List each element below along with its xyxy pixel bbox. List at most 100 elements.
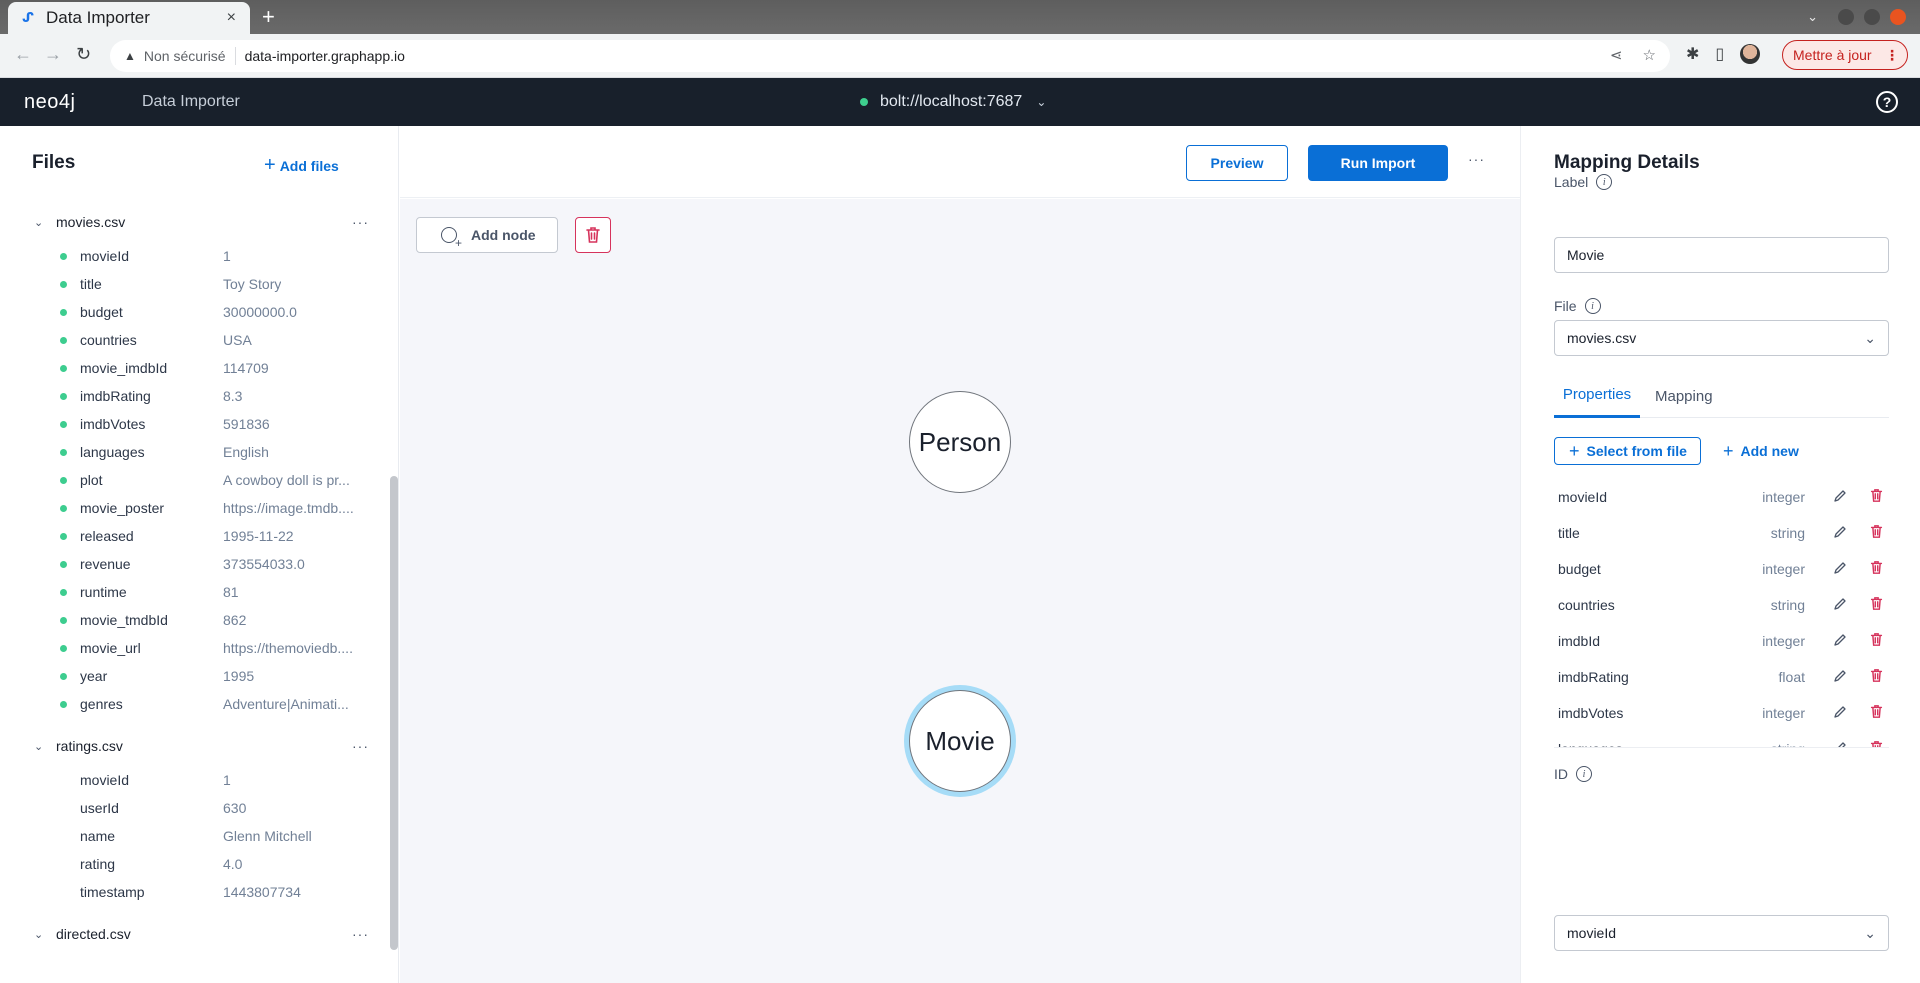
delete-trash-icon[interactable] [1870, 632, 1883, 650]
property-type: string [1770, 597, 1805, 613]
node-person[interactable]: Person [909, 391, 1011, 493]
property-type: integer [1762, 561, 1805, 577]
delete-trash-icon[interactable] [1870, 704, 1883, 722]
delete-trash-icon[interactable] [1870, 596, 1883, 614]
share-icon[interactable]: ⋖ [1610, 46, 1623, 64]
files-scrollbar[interactable] [390, 476, 398, 950]
new-tab-button[interactable]: + [262, 4, 275, 30]
file-select[interactable]: movies.csv ⌄ [1554, 320, 1889, 356]
property-type: integer [1762, 705, 1805, 721]
info-icon[interactable]: i [1584, 298, 1601, 314]
close-tab-icon[interactable]: × [227, 9, 236, 27]
id-select-value: movieId [1567, 925, 1617, 941]
id-field-label: ID i [1554, 766, 1592, 782]
update-label: Mettre à jour [1793, 47, 1872, 63]
reload-icon[interactable]: ↻ [76, 44, 91, 65]
tab-properties[interactable]: Properties [1554, 374, 1640, 418]
edit-pencil-icon[interactable] [1833, 597, 1847, 614]
profile-avatar[interactable] [1740, 44, 1761, 64]
forward-arrow-icon[interactable]: → [44, 44, 62, 65]
edit-pencil-icon[interactable] [1833, 633, 1847, 650]
column-sample-value: 630 [223, 800, 247, 816]
add-new-property-button[interactable]: + Add new [1723, 437, 1799, 465]
property-row: imdbRating float [1554, 659, 1889, 695]
minimize-button[interactable] [1838, 9, 1854, 25]
files-title: Files [32, 152, 76, 173]
property-list: movieId integer title string budget integer co… [1554, 479, 1889, 748]
file-more-icon[interactable]: ··· [352, 738, 369, 754]
delete-trash-icon[interactable] [1870, 668, 1883, 686]
column-sample-value: 591836 [223, 416, 270, 432]
edit-pencil-icon[interactable] [1833, 669, 1847, 686]
run-import-button[interactable]: Run Import [1308, 145, 1448, 181]
info-icon[interactable]: i [1596, 174, 1613, 190]
file-group: ⌄ movies.csv ··· movieId 1 title Toy Story budg… [0, 208, 390, 718]
node-movie[interactable]: Movie [909, 690, 1011, 792]
file-name: movies.csv [56, 214, 126, 230]
chevron-down-icon[interactable]: ⌄ [34, 928, 43, 941]
browser-menu-icon[interactable]: ⋮ [1885, 47, 1899, 64]
preview-button[interactable]: Preview [1186, 145, 1288, 181]
column-sample-value: English [223, 444, 269, 460]
more-options-icon[interactable]: ··· [1468, 151, 1485, 167]
tab-search-chevron-icon[interactable]: ⌄ [1807, 9, 1818, 25]
add-node-label: Add node [471, 227, 536, 243]
id-select[interactable]: movieId ⌄ [1554, 915, 1889, 951]
tab-mapping[interactable]: Mapping [1655, 374, 1713, 418]
edit-pencil-icon[interactable] [1833, 705, 1847, 722]
mapped-status-dot [60, 448, 67, 456]
property-row: movieId integer [1554, 479, 1889, 515]
info-icon[interactable]: i [1576, 766, 1592, 782]
property-type: integer [1762, 633, 1805, 649]
delete-trash-icon[interactable] [1870, 740, 1883, 747]
column-sample-value: 30000000.0 [223, 304, 297, 320]
update-browser-button[interactable]: Mettre à jour ⋮ [1782, 40, 1908, 70]
delete-trash-icon[interactable] [1870, 560, 1883, 578]
file-header[interactable]: ⌄ ratings.csv ··· [0, 732, 390, 760]
label-input[interactable]: Movie [1554, 237, 1889, 273]
connection-selector[interactable]: bolt://localhost:7687 ⌄ [860, 93, 1046, 111]
file-more-icon[interactable]: ··· [352, 926, 369, 942]
chevron-down-icon[interactable]: ⌄ [34, 216, 43, 229]
chevron-down-icon[interactable]: ⌄ [34, 740, 43, 753]
mapped-status-dot [60, 308, 67, 316]
add-node-button[interactable]: Add node [416, 217, 558, 253]
column-name: movie_imdbId [80, 360, 168, 376]
browser-tab[interactable]: ᔑ Data Importer × [8, 2, 250, 34]
file-header[interactable]: ⌄ movies.csv ··· [0, 208, 390, 236]
edit-pencil-icon[interactable] [1833, 525, 1847, 542]
delete-trash-icon[interactable] [1870, 488, 1883, 506]
column-name: movie_tmdbId [80, 612, 168, 628]
graph-canvas[interactable]: Add node Person Movie [400, 199, 1520, 983]
mapping-details-panel: Mapping Details Label i Movie File i mov… [1520, 126, 1920, 983]
file-more-icon[interactable]: ··· [352, 214, 369, 230]
close-window-button[interactable] [1890, 9, 1906, 25]
back-arrow-icon[interactable]: ← [14, 44, 32, 65]
bookmark-star-icon[interactable]: ☆ [1643, 46, 1656, 64]
file-column-row: released 1995-11-22 [0, 522, 390, 550]
file-column-row: imdbRating 8.3 [0, 382, 390, 410]
file-column-row: movie_tmdbId 862 [0, 606, 390, 634]
not-secure-label: Non sécurisé [143, 48, 226, 64]
edit-pencil-icon[interactable] [1833, 489, 1847, 506]
file-column-row: languages English [0, 438, 390, 466]
maximize-button[interactable] [1864, 9, 1880, 25]
side-panel-icon[interactable]: ▯ [1715, 44, 1724, 64]
extensions-puzzle-icon[interactable]: ✱ [1686, 44, 1699, 64]
edit-pencil-icon[interactable] [1833, 741, 1847, 747]
property-row: title string [1554, 515, 1889, 551]
help-icon[interactable]: ? [1876, 91, 1898, 113]
column-sample-value: USA [223, 332, 252, 348]
add-files-button[interactable]: + Add files [264, 154, 339, 177]
edit-pencil-icon[interactable] [1833, 561, 1847, 578]
delete-button[interactable] [575, 217, 611, 253]
select-from-file-button[interactable]: + Select from file [1554, 437, 1701, 465]
delete-trash-icon[interactable] [1870, 524, 1883, 542]
property-name: imdbVotes [1558, 705, 1624, 721]
column-name: revenue [80, 556, 131, 572]
file-header[interactable]: ⌄ directed.csv ··· [0, 920, 390, 948]
property-row: languages string [1554, 731, 1889, 747]
column-sample-value: 4.0 [223, 856, 243, 872]
column-name: movieId [80, 248, 130, 264]
url-field[interactable]: ▲ Non sécurisé data-importer.graphapp.io… [110, 40, 1670, 72]
